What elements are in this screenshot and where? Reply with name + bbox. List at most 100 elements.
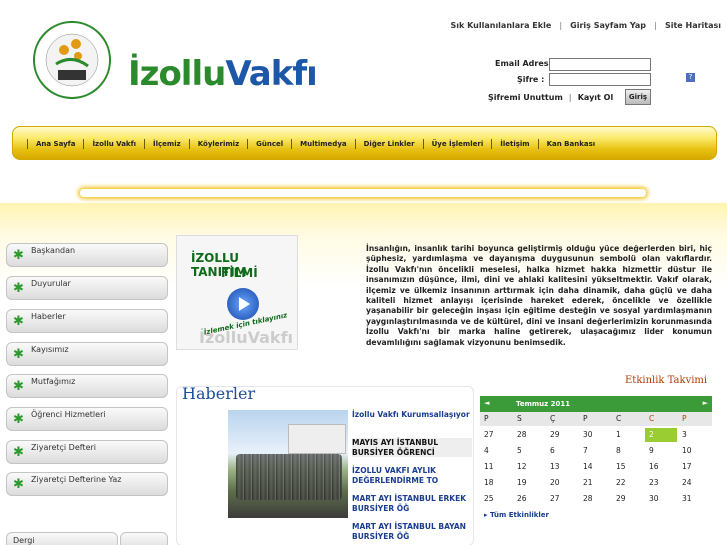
forgot-password-link[interactable]: Şifremi Unuttum — [488, 93, 563, 102]
calendar-day[interactable]: 29 — [546, 428, 578, 442]
sidebar-item-baskandan[interactable]: ✱ Başkandan — [6, 243, 168, 267]
film-watermark: İzolluVakfı — [199, 328, 294, 347]
news-title: Haberler — [182, 384, 256, 403]
star-icon: ✱ — [13, 347, 24, 362]
film-title-line2: FİLMİ — [221, 266, 258, 280]
nav-ilcemiz[interactable]: İlçemiz — [144, 139, 189, 149]
calendar-day[interactable]: 13 — [546, 460, 578, 474]
nav-izollu-vakfi[interactable]: İzollu Vakfı — [83, 139, 144, 149]
calendar-header: ◄ Temmuz 2011 ► — [480, 396, 712, 412]
calendar-day[interactable]: 1 — [612, 428, 644, 442]
calendar-day[interactable]: 17 — [678, 460, 710, 474]
weekday-label: P — [583, 414, 588, 423]
calendar-day[interactable]: 5 — [513, 444, 545, 458]
prev-month-icon[interactable]: ◄ — [484, 399, 489, 407]
calendar-day[interactable]: 30 — [645, 492, 677, 506]
tab-secondary[interactable] — [120, 532, 168, 545]
nav-diger-linkler[interactable]: Diğer Linkler — [354, 139, 423, 149]
promo-film-box[interactable]: İZOLLU TANITIM FİLMİ İzlemek için tıklay… — [176, 235, 298, 350]
sidebar-item-ziyaretci-defterine-yaz[interactable]: ✱ Ziyaretçi Defterine Yaz — [6, 472, 168, 496]
sidebar-item-mutfagimiz[interactable]: ✱ Mutfağımız — [6, 374, 168, 398]
register-link[interactable]: Kayıt Ol — [578, 93, 613, 102]
calendar-day[interactable]: 25 — [480, 492, 512, 506]
all-events-link[interactable]: ▸ Tüm Etkinlikler — [484, 511, 549, 519]
calendar-day[interactable]: 27 — [546, 492, 578, 506]
nav-uye-islemleri[interactable]: Üye İşlemleri — [422, 139, 492, 149]
sidebar-item-ogrenci-hizmetleri[interactable]: ✱ Öğrenci Hizmetleri — [6, 407, 168, 431]
news-photo[interactable] — [228, 410, 348, 518]
sidebar-item-kayisimiz[interactable]: ✱ Kayısımız — [6, 342, 168, 366]
calendar-day[interactable]: 24 — [678, 476, 710, 490]
calendar-day[interactable]: 3 — [678, 428, 710, 442]
intro-text: İnsanlığın, insanlık tarihi boyunca geli… — [366, 244, 712, 347]
nav-koylerimiz[interactable]: Köylerimiz — [188, 139, 247, 149]
calendar-day[interactable]: 16 — [645, 460, 677, 474]
sidebar-item-duyurular[interactable]: ✱ Duyurular — [6, 276, 168, 300]
play-icon[interactable] — [227, 288, 259, 320]
email-field[interactable] — [549, 58, 651, 71]
star-icon: ✱ — [13, 314, 24, 329]
help-icon[interactable]: ? — [686, 73, 695, 82]
top-links: Sık Kullanılanlara Ekle | Giriş Sayfam Yap… — [450, 21, 722, 30]
add-favorites-link[interactable]: Sık Kullanılanlara Ekle — [451, 21, 552, 30]
calendar-day[interactable]: 8 — [612, 444, 644, 458]
all-events-label: Tüm Etkinlikler — [489, 511, 549, 519]
star-icon: ✱ — [13, 281, 24, 296]
calendar-day[interactable]: 28 — [513, 428, 545, 442]
weekday-label: P — [682, 414, 687, 423]
calendar-day[interactable]: 2 — [645, 428, 677, 442]
sitemap-link[interactable]: Site Haritası — [665, 21, 721, 30]
news-item[interactable]: MART AYI İSTANBUL ERKEK BURSİYER ÖĞ — [352, 494, 472, 513]
sidebar-item-label: Duyurular — [31, 279, 71, 288]
calendar-day[interactable]: 4 — [480, 444, 512, 458]
calendar-day[interactable]: 22 — [612, 476, 644, 490]
calendar-title: Etkinlik Takvimi — [625, 375, 708, 386]
nav-kan-bankasi[interactable]: Kan Bankası — [537, 139, 604, 149]
calendar-day[interactable]: 7 — [579, 444, 611, 458]
calendar-day[interactable]: 30 — [579, 428, 611, 442]
nav-ana-sayfa[interactable]: Ana Sayfa — [27, 139, 83, 149]
sidebar-item-haberler[interactable]: ✱ Haberler — [6, 309, 168, 333]
foundation-logo[interactable] — [6, 14, 124, 104]
calendar-day[interactable]: 29 — [612, 492, 644, 506]
calendar-day[interactable]: 20 — [546, 476, 578, 490]
calendar-day[interactable]: 18 — [480, 476, 512, 490]
calendar-day[interactable]: 26 — [513, 492, 545, 506]
calendar-day[interactable]: 6 — [546, 444, 578, 458]
calendar-day[interactable]: 21 — [579, 476, 611, 490]
site-brand[interactable]: İzolluVakfı — [128, 54, 318, 94]
calendar-day[interactable]: 31 — [678, 492, 710, 506]
calendar-day[interactable]: 15 — [612, 460, 644, 474]
news-item[interactable]: MART AYI İSTANBUL BAYAN BURSİYER ÖĞ — [352, 522, 472, 541]
news-item[interactable]: İzollu Vakfı Kurumsallaşıyor — [352, 410, 472, 420]
nav-multimedya[interactable]: Multimedya — [291, 139, 354, 149]
calendar-day[interactable]: 23 — [645, 476, 677, 490]
calendar-day[interactable]: 12 — [513, 460, 545, 474]
news-item[interactable]: MAYIS AYI İSTANBUL BURSİYER ÖĞRENCİ — [352, 438, 472, 457]
next-month-icon[interactable]: ► — [703, 399, 708, 407]
password-field[interactable] — [549, 73, 651, 86]
weekday-label: S — [517, 414, 522, 423]
weekday-label: P — [484, 414, 489, 423]
login-button[interactable]: Giriş — [625, 89, 651, 105]
nav-guncel[interactable]: Güncel — [247, 139, 291, 149]
calendar-day[interactable]: 19 — [513, 476, 545, 490]
news-item[interactable]: İZOLLU VAKFI AYLIK DEĞERLENDİRME TO — [352, 466, 472, 485]
star-icon: ✱ — [13, 412, 24, 427]
sidebar-item-ziyaretci-defteri[interactable]: ✱ Ziyaretçi Defteri — [6, 440, 168, 464]
calendar-day[interactable]: 9 — [645, 444, 677, 458]
password-label: Şifre : — [517, 75, 545, 84]
weekday-label: Ç — [550, 414, 556, 423]
set-homepage-link[interactable]: Giriş Sayfam Yap — [570, 21, 646, 30]
tab-dergi[interactable]: Dergi — [6, 532, 118, 545]
calendar-day[interactable]: 27 — [480, 428, 512, 442]
nav-iletisim[interactable]: İletişim — [491, 139, 537, 149]
sidebar-item-label: Mutfağımız — [31, 377, 76, 386]
sidebar-item-label: Ziyaretçi Defterine Yaz — [31, 475, 122, 484]
sidebar-item-label: Öğrenci Hizmetleri — [31, 410, 106, 419]
calendar-day[interactable]: 11 — [480, 460, 512, 474]
calendar-day[interactable]: 28 — [579, 492, 611, 506]
calendar-day[interactable]: 14 — [579, 460, 611, 474]
calendar-day[interactable]: 10 — [678, 444, 710, 458]
tab-label: Dergi — [13, 536, 35, 545]
